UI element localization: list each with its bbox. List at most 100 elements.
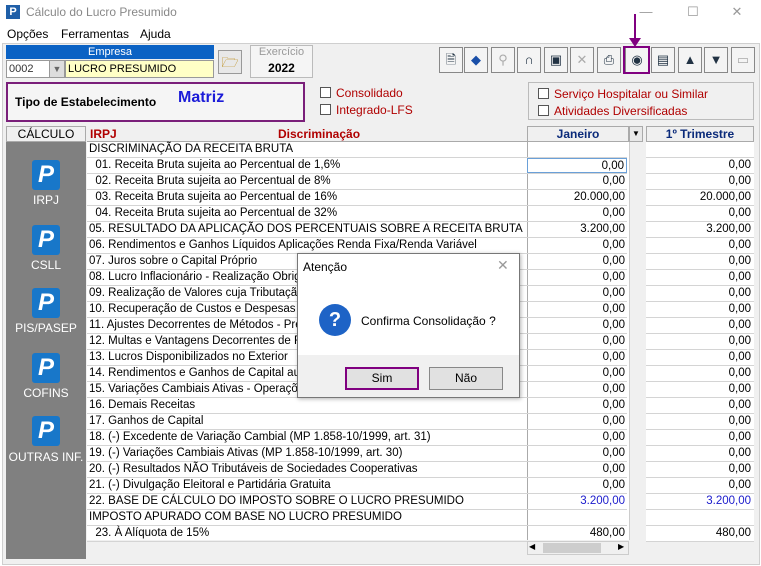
janeiro-cell[interactable]: 0,00 [527,414,627,429]
janeiro-cell[interactable]: 0,00 [527,206,627,221]
app-icon: P [6,5,20,19]
import-button[interactable]: ▼ [704,47,728,73]
janeiro-cell[interactable]: 0,00 [527,158,627,173]
janeiro-cell[interactable]: 20.000,00 [527,190,627,205]
menu-opcoes[interactable]: Opções [7,27,48,41]
row-label: 22. BASE DE CÁLCULO DO IMPOSTO SOBRE O L… [89,495,464,507]
month-dropdown-button[interactable]: ▼ [629,126,643,142]
janeiro-cell[interactable]: 0,00 [527,366,627,381]
print-button[interactable]: ⎙ [597,47,621,73]
export-button[interactable]: ▲ [678,47,702,73]
side-item-cofins[interactable]: COFINS [6,386,86,400]
side-item-irpj[interactable]: IRPJ [6,193,86,207]
document-icon: 🗎 [445,52,457,67]
yes-button[interactable]: Sim [345,367,419,390]
janeiro-cell[interactable]: 480,00 [527,526,627,541]
exit-button[interactable]: ▭ [731,47,755,73]
col-janeiro-header[interactable]: Janeiro [527,126,629,142]
csll-icon[interactable]: P [32,225,60,255]
scroll-right-icon[interactable]: ▶ [618,542,624,551]
table-row: 17. Ganhos de Capital 0,00 [87,414,627,430]
janeiro-cell[interactable]: 0,00 [527,382,627,397]
row-label: 21. (-) Divulgação Eleitoral e Partidári… [89,479,331,491]
delete-button[interactable]: ✕ [570,47,594,73]
servico-hospitalar-label: Serviço Hospitalar ou Similar [554,87,709,101]
open-folder-button[interactable]: 🗁 [218,50,242,74]
table-row: 16. Demais Receitas 0,00 [87,398,627,414]
janeiro-cell[interactable]: 0,00 [527,254,627,269]
pis-icon[interactable]: P [32,288,60,318]
maximize-icon[interactable]: ☐ [683,3,703,21]
janeiro-cell[interactable]: 0,00 [527,174,627,189]
atividades-checkbox[interactable] [538,105,549,116]
printer-icon: ⎙ [603,52,615,67]
row-label: 15. Variações Cambiais Ativas - Operaçõe… [89,383,310,395]
trimestre-cell: 0,00 [646,270,754,286]
search-button[interactable]: ⚲ [491,47,515,73]
trimestre-cell: 0,00 [646,318,754,334]
window-title: Cálculo do Lucro Presumido [26,5,177,19]
row-label: 03. Receita Bruta sujeita ao Percentual … [89,191,338,203]
janeiro-cell[interactable]: 3.200,00 [527,222,627,237]
minimize-icon[interactable]: — [636,3,656,21]
scroll-left-icon[interactable]: ◀ [529,542,535,551]
trimestre-cell: 0,00 [646,478,754,494]
exercicio-value: 2022 [268,61,295,75]
janeiro-cell[interactable]: 0,00 [527,286,627,301]
navigate-button[interactable]: ◆ [464,47,488,73]
outras-icon[interactable]: P [32,416,60,446]
col-trimestre-header: 1º Trimestre [646,126,754,142]
menu-ajuda[interactable]: Ajuda [140,27,171,41]
side-item-csll[interactable]: CSLL [6,258,86,272]
janeiro-cell[interactable]: 0,00 [527,350,627,365]
side-item-outras[interactable]: OUTRAS INF. [6,450,86,464]
janeiro-cell[interactable]: 3.200,00 [527,494,627,509]
janeiro-cell[interactable]: 0,00 [527,302,627,317]
empresa-name-field[interactable]: LUCRO PRESUMIDO [65,60,214,78]
janeiro-cell[interactable]: 0,00 [527,334,627,349]
janeiro-cell[interactable]: 0,00 [527,270,627,285]
janeiro-cell[interactable]: 0,00 [527,446,627,461]
dialog-title: Atenção [303,260,348,274]
row-label: 19. (-) Variações Cambiais Ativas (MP 1.… [89,447,403,459]
horizontal-scroll-thumb[interactable] [543,543,601,553]
janeiro-cell[interactable]: 0,00 [527,462,627,477]
janeiro-cell[interactable] [527,510,627,525]
empresa-lookup-button[interactable]: ▼ [49,60,65,78]
report-button[interactable]: ▤ [651,47,675,73]
menu-ferramentas[interactable]: Ferramentas [61,27,129,41]
vertical-scrollbar[interactable] [629,142,643,540]
trimestre-cell: 3.200,00 [646,222,754,238]
close-icon[interactable]: ✕ [727,3,747,21]
lock-button[interactable]: ∩ [517,47,541,73]
janeiro-cell[interactable] [527,142,627,157]
table-row: 02. Receita Bruta sujeita ao Percentual … [87,174,627,190]
save-icon: ▣ [549,52,563,67]
janeiro-cell[interactable]: 0,00 [527,238,627,253]
trimestre-cell: 480,00 [646,526,754,542]
irpj-icon[interactable]: P [32,160,60,190]
trimestre-cell [646,142,754,158]
table-row: 20. (-) Resultados NÃO Tributáveis de So… [87,462,627,478]
folder-icon: 🗁 [221,54,239,70]
tipo-value: Matriz [178,89,225,106]
no-button[interactable]: Não [429,367,503,390]
trimestre-cell: 0,00 [646,174,754,190]
janeiro-cell[interactable]: 0,00 [527,318,627,333]
cofins-icon[interactable]: P [32,353,60,383]
empresa-code-field[interactable]: 0002 [6,60,50,78]
document-button[interactable]: 🗎 [439,47,463,73]
consolidado-checkbox[interactable] [320,87,331,98]
janeiro-cell[interactable]: 0,00 [527,398,627,413]
row-label: 16. Demais Receitas [89,399,196,411]
integrado-checkbox[interactable] [320,104,331,115]
trimestre-cell: 20.000,00 [646,190,754,206]
save-button[interactable]: ▣ [544,47,568,73]
empresa-header: Empresa [6,45,214,59]
trimestre-cell: 0,00 [646,158,754,174]
janeiro-cell[interactable]: 0,00 [527,430,627,445]
janeiro-cell[interactable]: 0,00 [527,478,627,493]
servico-hospitalar-checkbox[interactable] [538,88,549,99]
side-item-pis[interactable]: PIS/PASEP [6,321,86,335]
dialog-close-icon[interactable]: ✕ [497,257,509,274]
